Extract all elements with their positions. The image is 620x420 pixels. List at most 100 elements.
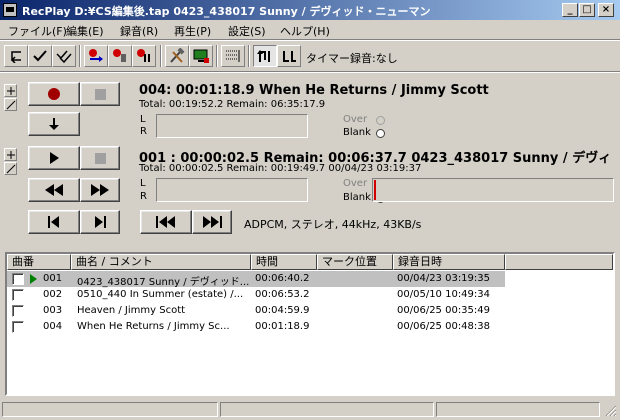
cell-title: 0423_438017 Sunny / デヴィッド...	[77, 277, 249, 288]
table-row[interactable]: 004 When He Returns / Jimmy Sc... 00:01:18…	[7, 319, 613, 335]
menu-file[interactable]: ファイル(F)	[8, 23, 67, 39]
cell-track-number: 001	[43, 273, 63, 284]
table-row[interactable]: 002 0510_440 In Summer (estate) /... 00:06…	[7, 287, 613, 303]
loop-2-button[interactable]	[277, 45, 301, 67]
cell-title: Heaven / Jimmy Scott	[77, 305, 186, 316]
recorder-over-label: Over	[343, 114, 368, 125]
list-lines-icon	[226, 50, 240, 62]
audio-format-info: ADPCM, ステレオ, 44kHz, 43KB/s	[244, 218, 422, 231]
column-title-comment[interactable]: 曲名 / コメント	[71, 254, 251, 270]
menu-help[interactable]: ヘルプ(H)	[280, 23, 330, 39]
stop-icon	[94, 88, 106, 100]
resize-grip[interactable]	[604, 404, 617, 417]
cell-duration: 00:06:53.2	[255, 289, 310, 300]
cell-track-number: 002	[43, 289, 63, 300]
title-bar[interactable]: RecPlay D:¥CS編集後.tap 0423_438017 Sunny /…	[0, 0, 620, 20]
recorder-status-line: 004: 00:01:18.9 When He Returns / Jimmy …	[139, 83, 489, 98]
track-list[interactable]: 曲番 曲名 / コメント 時間 マーク位置 録音日時 001 0423_43801…	[5, 252, 615, 396]
maximize-button[interactable]: □	[579, 3, 595, 17]
recorder-channel-r: R	[140, 126, 147, 137]
undo-button[interactable]	[4, 45, 28, 67]
cell-track-number: 004	[43, 321, 63, 332]
player-expand-button[interactable]	[4, 148, 17, 161]
now-playing-icon	[30, 274, 37, 284]
recorder-blank-indicator	[376, 129, 385, 138]
cell-duration: 00:06:40.2	[255, 273, 310, 284]
record-b-icon	[113, 49, 126, 62]
column-mark-position[interactable]: マーク位置	[317, 254, 393, 270]
status-pane-2	[220, 402, 434, 417]
menu-settings[interactable]: 設定(S)	[228, 23, 266, 39]
window-title: RecPlay D:¥CS編集後.tap 0423_438017 Sunny /…	[22, 5, 431, 18]
list-lines-button[interactable]	[221, 45, 245, 67]
player-mode-button[interactable]	[4, 162, 17, 175]
cell-record-date: 00/06/25 00:48:38	[397, 321, 491, 332]
record-a-button[interactable]	[84, 45, 108, 67]
row-checkbox[interactable]	[12, 305, 24, 317]
down-arrow-icon	[49, 118, 59, 130]
cell-duration: 00:01:18.9	[255, 321, 310, 332]
menu-record[interactable]: 録音(R)	[120, 23, 158, 39]
recorder-total-remain: Total: 00:19:52.2 Remain: 06:35:17.9	[139, 99, 326, 110]
rewind-icon	[45, 184, 63, 196]
loop-1-button[interactable]	[253, 45, 277, 67]
player-blank-label: Blank	[343, 192, 371, 203]
check-button[interactable]	[28, 45, 52, 67]
status-pane-1	[2, 402, 218, 417]
record-c-button[interactable]	[132, 45, 156, 67]
prev-mark-icon	[156, 216, 175, 228]
row-checkbox[interactable]	[12, 273, 24, 285]
player-over-label: Over	[343, 178, 368, 189]
double-check-button[interactable]	[52, 45, 76, 67]
stop-icon	[94, 152, 106, 164]
next-track-button[interactable]	[80, 210, 120, 234]
record-c-icon	[137, 49, 150, 62]
close-button[interactable]: ×	[598, 3, 614, 17]
cell-duration: 00:04:59.9	[255, 305, 310, 316]
play-stop-button[interactable]	[80, 146, 120, 170]
monitor-button[interactable]	[189, 45, 213, 67]
column-empty	[505, 254, 613, 270]
play-button[interactable]	[28, 146, 80, 170]
rewind-button[interactable]	[28, 178, 80, 202]
fast-forward-button[interactable]	[80, 178, 120, 202]
menu-play[interactable]: 再生(P)	[174, 23, 211, 39]
monitor-icon	[193, 49, 209, 63]
record-a-icon	[89, 49, 103, 62]
column-record-date[interactable]: 録音日時	[393, 254, 505, 270]
record-pause-button[interactable]	[28, 112, 80, 136]
player-total-remain: Total: 00:00:02.5 Remain: 00:19:49.7 00/…	[139, 163, 422, 174]
mode-icon	[6, 164, 15, 173]
cell-record-date: 00/06/25 00:35:49	[397, 305, 491, 316]
loop-2-icon	[283, 51, 296, 62]
column-duration[interactable]: 時間	[251, 254, 317, 270]
playback-position-marker[interactable]	[374, 180, 376, 200]
app-icon[interactable]	[3, 3, 17, 17]
fast-forward-icon	[91, 184, 109, 196]
previous-track-button[interactable]	[28, 210, 80, 234]
previous-mark-button[interactable]	[140, 210, 192, 234]
recorder-blank-label: Blank	[343, 127, 371, 138]
resize-grip-icon	[605, 405, 617, 417]
recorder-channel-l: L	[140, 114, 146, 125]
row-checkbox[interactable]	[12, 289, 24, 301]
record-stop-button[interactable]	[80, 82, 120, 106]
recorder-mode-button[interactable]	[4, 98, 17, 111]
record-b-button[interactable]	[108, 45, 132, 67]
cell-record-date: 00/05/10 10:49:34	[397, 289, 491, 300]
table-row[interactable]: 001 0423_438017 Sunny / デヴィッド... 00:06:40.…	[7, 271, 505, 288]
double-check-icon	[56, 50, 72, 63]
player-channel-r: R	[140, 191, 147, 202]
column-track-number[interactable]: 曲番	[7, 254, 71, 270]
recorder-expand-button[interactable]	[4, 84, 17, 97]
tools-button[interactable]	[165, 45, 189, 67]
minimize-button[interactable]: _	[562, 3, 578, 17]
playback-position-bar[interactable]	[372, 178, 614, 202]
skip-forward-icon	[95, 216, 106, 228]
mode-icon	[6, 100, 15, 109]
record-button[interactable]	[28, 82, 80, 106]
next-mark-button[interactable]	[192, 210, 232, 234]
row-checkbox[interactable]	[12, 321, 24, 333]
menu-edit[interactable]: 編集(E)	[66, 23, 104, 39]
table-row[interactable]: 003 Heaven / Jimmy Scott 00:04:59.9 00/06/2…	[7, 303, 613, 319]
